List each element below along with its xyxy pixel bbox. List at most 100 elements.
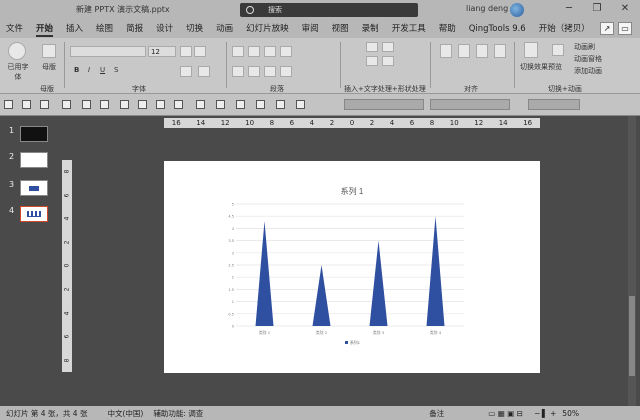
tab-1[interactable]: 开始 [36,20,54,38]
slide-thumbnail[interactable] [20,152,48,168]
tab-3[interactable]: 绘图 [96,20,113,38]
preview-label[interactable]: 预览 [548,62,562,72]
vertical-scrollbar[interactable] [628,116,636,406]
tab-2[interactable]: 插入 [66,20,83,38]
anim-brush[interactable]: 动画刷 [574,42,595,52]
y-tick-label: 3 [232,251,234,255]
align-center-icon[interactable] [248,66,260,77]
restore-button[interactable]: ❐ [590,2,604,16]
format-icon[interactable] [100,100,109,109]
format-icon[interactable] [62,100,71,109]
scrollbar-thumb[interactable] [629,296,635,376]
zoom-level[interactable]: 50% [562,409,579,418]
bold-button[interactable]: B [74,66,79,74]
format-icon[interactable] [276,100,285,109]
transition-effect-icon[interactable] [524,42,538,58]
font-name-select[interactable] [70,46,146,57]
align-right-icon[interactable] [264,66,276,77]
align-top-icon[interactable] [440,44,452,58]
format-icon[interactable] [196,100,205,109]
bullets-icon[interactable] [232,46,244,57]
format-icon[interactable] [156,100,165,109]
text-tool-icon[interactable] [366,42,378,52]
distribute-icon[interactable] [494,44,506,58]
slide-thumbnail[interactable] [20,126,48,142]
increase-font-icon[interactable] [180,46,192,57]
highlight-icon[interactable] [198,66,210,77]
avatar[interactable] [510,3,524,17]
share-icon[interactable]: ↗ [600,22,614,35]
ruler-tick: 8 [429,119,435,127]
format-icon[interactable] [40,100,49,109]
view-icons[interactable]: ▭ ▦ ▣ ⊟ [488,409,523,418]
tab-12[interactable]: 开发工具 [392,20,426,38]
font-color-icon[interactable] [180,66,192,77]
format-icon[interactable] [138,100,147,109]
used-fonts-icon[interactable] [8,42,26,60]
tab-8[interactable]: 幻灯片放映 [246,20,289,38]
comments-icon[interactable]: ▭ [618,22,632,35]
tab-10[interactable]: 视图 [332,20,349,38]
format-icon[interactable] [22,100,31,109]
decrease-font-icon[interactable] [194,46,206,57]
y-tick-label: 1.5 [228,288,234,292]
outdent-icon[interactable] [280,46,292,57]
tab-9[interactable]: 审阅 [302,20,319,38]
tab-15[interactable]: 开始（拷贝） [539,20,590,38]
add-anim[interactable]: 添加动画 [574,66,602,76]
zoom-slider[interactable]: ─ ▌ + [535,409,556,418]
align-bottom-icon[interactable] [476,44,488,58]
slide-thumbnail[interactable] [20,180,48,196]
format-icon[interactable] [256,100,265,109]
align-left-icon[interactable] [232,66,244,77]
preview-icon[interactable] [552,44,564,56]
strike-button[interactable]: S [114,66,118,74]
chart[interactable]: 系列 1 0 0.5 1 1.5 2 2.5 3 3.5 4 4.5 5 类别 1 类别 2 类别 3 类别 … [164,161,540,373]
insert-tool-icon[interactable] [382,42,394,52]
format-icon[interactable] [120,100,129,109]
slide-canvas[interactable]: 系列 1 0 0.5 1 1.5 2 2.5 3 3.5 4 4.5 5 类别 1 类别 2 类别 3 类别 … [164,161,540,373]
minimize-button[interactable]: ─ [562,2,576,16]
tab-5[interactable]: 设计 [156,20,173,38]
search-box[interactable]: 搜索 [240,3,418,17]
justify-icon[interactable] [280,66,292,77]
numbering-icon[interactable] [248,46,260,57]
format-icon[interactable] [296,100,305,109]
tab-14[interactable]: QingTools 9.6 [469,20,526,38]
align-middle-icon[interactable] [458,44,470,58]
language[interactable]: 中文(中国) [107,408,143,419]
format-icon[interactable] [236,100,245,109]
format-dropdown[interactable] [430,99,510,110]
ruler-tick: 2 [369,119,375,127]
tab-11[interactable]: 录制 [362,20,379,38]
close-button[interactable]: ✕ [618,2,632,16]
layout-icon[interactable] [42,44,56,58]
format-dropdown[interactable] [344,99,424,110]
shape-tool-icon[interactable] [366,56,378,66]
tab-4[interactable]: 简报 [126,20,143,38]
user-name[interactable]: liang deng [466,4,508,13]
y-tick-label: 0.5 [228,312,234,316]
search-placeholder: 搜索 [268,6,282,14]
format-icon[interactable] [174,100,183,109]
format-icon[interactable] [4,100,13,109]
tab-7[interactable]: 动画 [216,20,233,38]
underline-button[interactable]: U [100,66,105,74]
tab-0[interactable]: 文件 [6,20,23,38]
tab-6[interactable]: 切换 [186,20,203,38]
format-dropdown[interactable] [528,99,580,110]
accessibility[interactable]: 辅助功能: 调查 [153,408,203,419]
master-group-label: 母版 [40,85,54,93]
ruler-tick: 14 [196,119,206,127]
slide-thumbnail-selected[interactable] [20,206,48,222]
transition-effect-label[interactable]: 切换效果 [520,62,548,72]
notes-button[interactable]: 备注 [429,408,444,419]
format-icon[interactable] [216,100,225,109]
format-icon[interactable] [82,100,91,109]
indent-icon[interactable] [264,46,276,57]
tab-13[interactable]: 帮助 [439,20,456,38]
italic-button[interactable]: I [88,66,90,74]
anim-pane[interactable]: 动画窗格 [574,54,602,64]
format-tool-icon[interactable] [382,56,394,66]
font-size-select[interactable]: 12 [148,46,176,57]
